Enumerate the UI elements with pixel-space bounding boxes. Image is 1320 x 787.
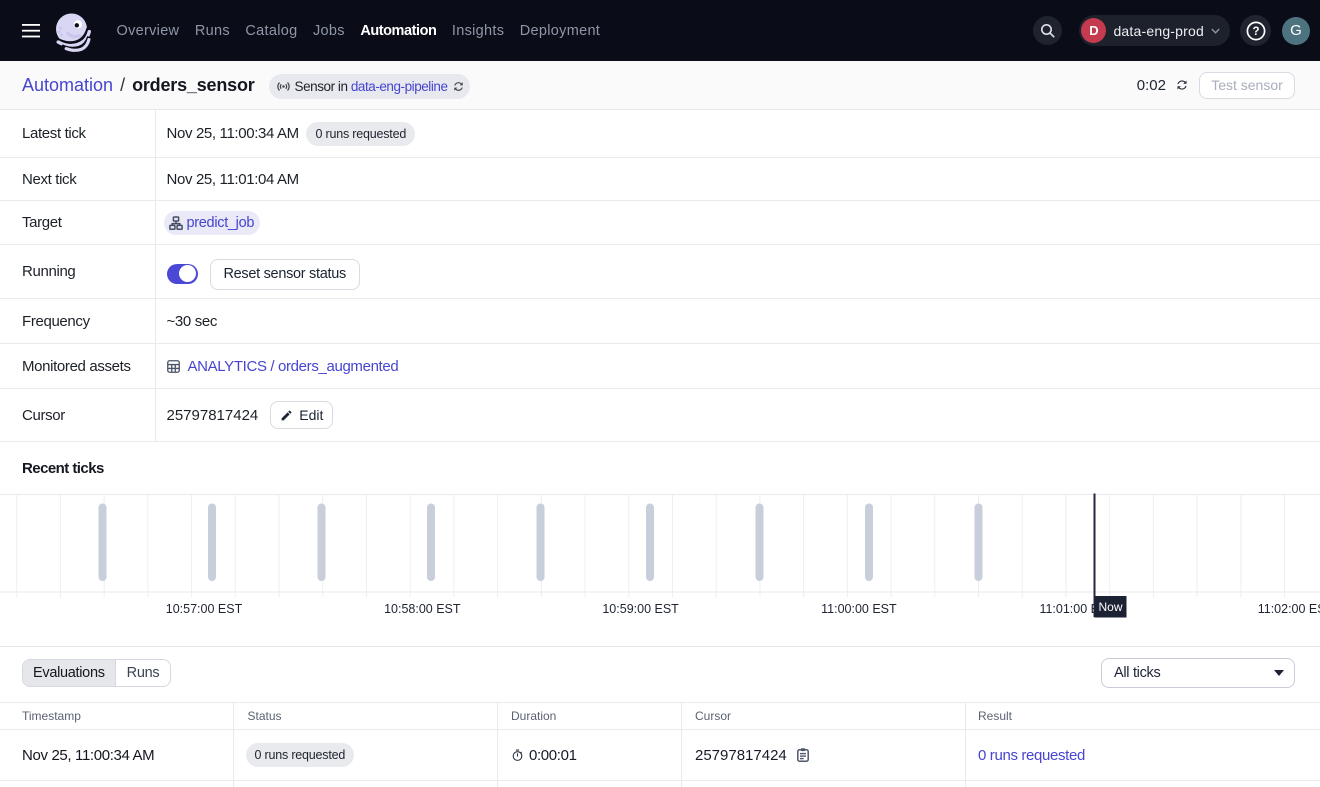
svg-text:10:57:00 EST: 10:57:00 EST xyxy=(166,602,243,616)
svg-text:Now: Now xyxy=(1098,600,1122,614)
svg-text:?: ? xyxy=(1252,26,1259,38)
svg-text:11:00:00 EST: 11:00:00 EST xyxy=(821,602,897,616)
svg-text:10:58:00 EST: 10:58:00 EST xyxy=(384,602,461,616)
svg-text:10:59:00 EST: 10:59:00 EST xyxy=(602,602,679,616)
svg-text:11:02:00 EST: 11:02:00 EST xyxy=(1258,602,1320,616)
